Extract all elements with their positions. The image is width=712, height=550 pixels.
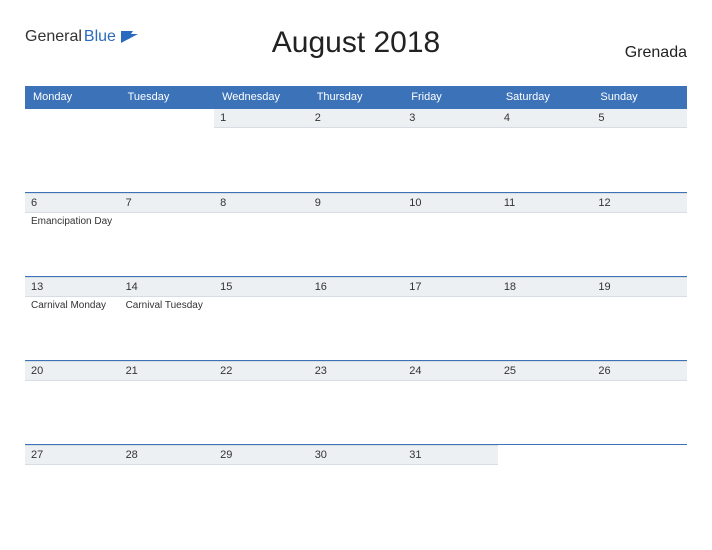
calendar-day-cell: 28	[120, 445, 215, 505]
day-number: 23	[309, 361, 404, 381]
day-number: 19	[592, 277, 687, 297]
weekday-header: Friday	[403, 86, 498, 109]
day-number: 27	[25, 445, 120, 465]
calendar-day-cell: 26	[592, 361, 687, 445]
calendar-day-cell: 14 Carnival Tuesday	[120, 277, 215, 361]
calendar-week-row: 20212223242526	[25, 361, 687, 445]
calendar-day-cell: 21	[120, 361, 215, 445]
day-number: 10	[403, 193, 498, 213]
day-number	[498, 445, 593, 451]
calendar-day-cell: 3	[403, 109, 498, 193]
calendar-day-cell: 7	[120, 193, 215, 277]
calendar-day-cell	[498, 445, 593, 505]
calendar-day-cell: 9	[309, 193, 404, 277]
calendar-week-row: 13Carnival Monday14Carnival Tuesday15161…	[25, 277, 687, 361]
calendar-day-cell: 22	[214, 361, 309, 445]
calendar-day-cell: 18	[498, 277, 593, 361]
calendar-day-cell: 30	[309, 445, 404, 505]
calendar-day-cell	[25, 109, 120, 193]
country-label: Grenada	[625, 44, 687, 62]
calendar-day-cell: 10	[403, 193, 498, 277]
flag-icon	[120, 30, 140, 44]
day-number	[120, 109, 215, 115]
day-number: 11	[498, 193, 593, 213]
calendar-day-cell: 25	[498, 361, 593, 445]
day-number: 29	[214, 445, 309, 465]
day-number: 17	[403, 277, 498, 297]
calendar-day-cell: 8	[214, 193, 309, 277]
calendar-week-row: 2728293031	[25, 445, 687, 505]
day-number: 31	[403, 445, 498, 465]
calendar: Monday Tuesday Wednesday Thursday Friday…	[25, 86, 687, 505]
calendar-day-cell: 15	[214, 277, 309, 361]
calendar-week-row: 6 Emancipation Day 789101112	[25, 193, 687, 277]
day-number: 2	[309, 109, 404, 128]
calendar-day-cell: 17	[403, 277, 498, 361]
calendar-day-cell: 6 Emancipation Day	[25, 193, 120, 277]
calendar-day-cell: 29	[214, 445, 309, 505]
logo: General Blue	[25, 28, 140, 46]
day-number: 14	[120, 277, 215, 297]
calendar-day-cell: 12	[592, 193, 687, 277]
event: Emancipation Day	[31, 215, 114, 228]
calendar-day-cell: 4	[498, 109, 593, 193]
day-number: 8	[214, 193, 309, 213]
day-number: 9	[309, 193, 404, 213]
weekday-header: Monday	[25, 86, 120, 109]
calendar-day-cell: 1	[214, 109, 309, 193]
calendar-day-cell: 24	[403, 361, 498, 445]
calendar-day-cell: 2	[309, 109, 404, 193]
calendar-day-cell: 20	[25, 361, 120, 445]
calendar-day-cell: 27	[25, 445, 120, 505]
event-list: Emancipation Day	[25, 213, 120, 230]
day-number: 22	[214, 361, 309, 381]
day-number	[25, 109, 120, 115]
weekday-header: Wednesday	[214, 86, 309, 109]
day-number: 15	[214, 277, 309, 297]
day-number: 21	[120, 361, 215, 381]
weekday-header: Tuesday	[120, 86, 215, 109]
day-number: 7	[120, 193, 215, 213]
day-number: 30	[309, 445, 404, 465]
day-number: 24	[403, 361, 498, 381]
day-number: 4	[498, 109, 593, 128]
day-number: 6	[25, 193, 120, 213]
day-number: 28	[120, 445, 215, 465]
calendar-day-cell: 5	[592, 109, 687, 193]
event: Carnival Tuesday	[126, 299, 209, 312]
weekday-header: Thursday	[309, 86, 404, 109]
calendar-day-cell: 16	[309, 277, 404, 361]
day-number: 12	[592, 193, 687, 213]
logo-text-general: General	[25, 28, 82, 46]
day-number: 20	[25, 361, 120, 381]
calendar-week-row: 12345	[25, 109, 687, 193]
event-list: Carnival Monday	[25, 297, 120, 314]
day-number	[592, 445, 687, 451]
calendar-day-cell: 19	[592, 277, 687, 361]
day-number: 3	[403, 109, 498, 128]
day-number: 16	[309, 277, 404, 297]
day-number: 26	[592, 361, 687, 381]
day-number: 1	[214, 109, 309, 128]
calendar-day-cell: 31	[403, 445, 498, 505]
event-list: Carnival Tuesday	[120, 297, 215, 314]
logo-text-blue: Blue	[84, 28, 116, 46]
day-number: 25	[498, 361, 593, 381]
day-number: 13	[25, 277, 120, 297]
calendar-day-cell: 13 Carnival Monday	[25, 277, 120, 361]
event: Carnival Monday	[31, 299, 114, 312]
weekday-header: Saturday	[498, 86, 593, 109]
weekday-header: Sunday	[592, 86, 687, 109]
calendar-day-cell: 11	[498, 193, 593, 277]
calendar-day-cell	[120, 109, 215, 193]
day-number: 5	[592, 109, 687, 128]
day-number: 18	[498, 277, 593, 297]
calendar-day-cell	[592, 445, 687, 505]
header: General Blue August 2018 Grenada	[25, 20, 687, 80]
weekday-header-row: Monday Tuesday Wednesday Thursday Friday…	[25, 86, 687, 109]
calendar-day-cell: 23	[309, 361, 404, 445]
